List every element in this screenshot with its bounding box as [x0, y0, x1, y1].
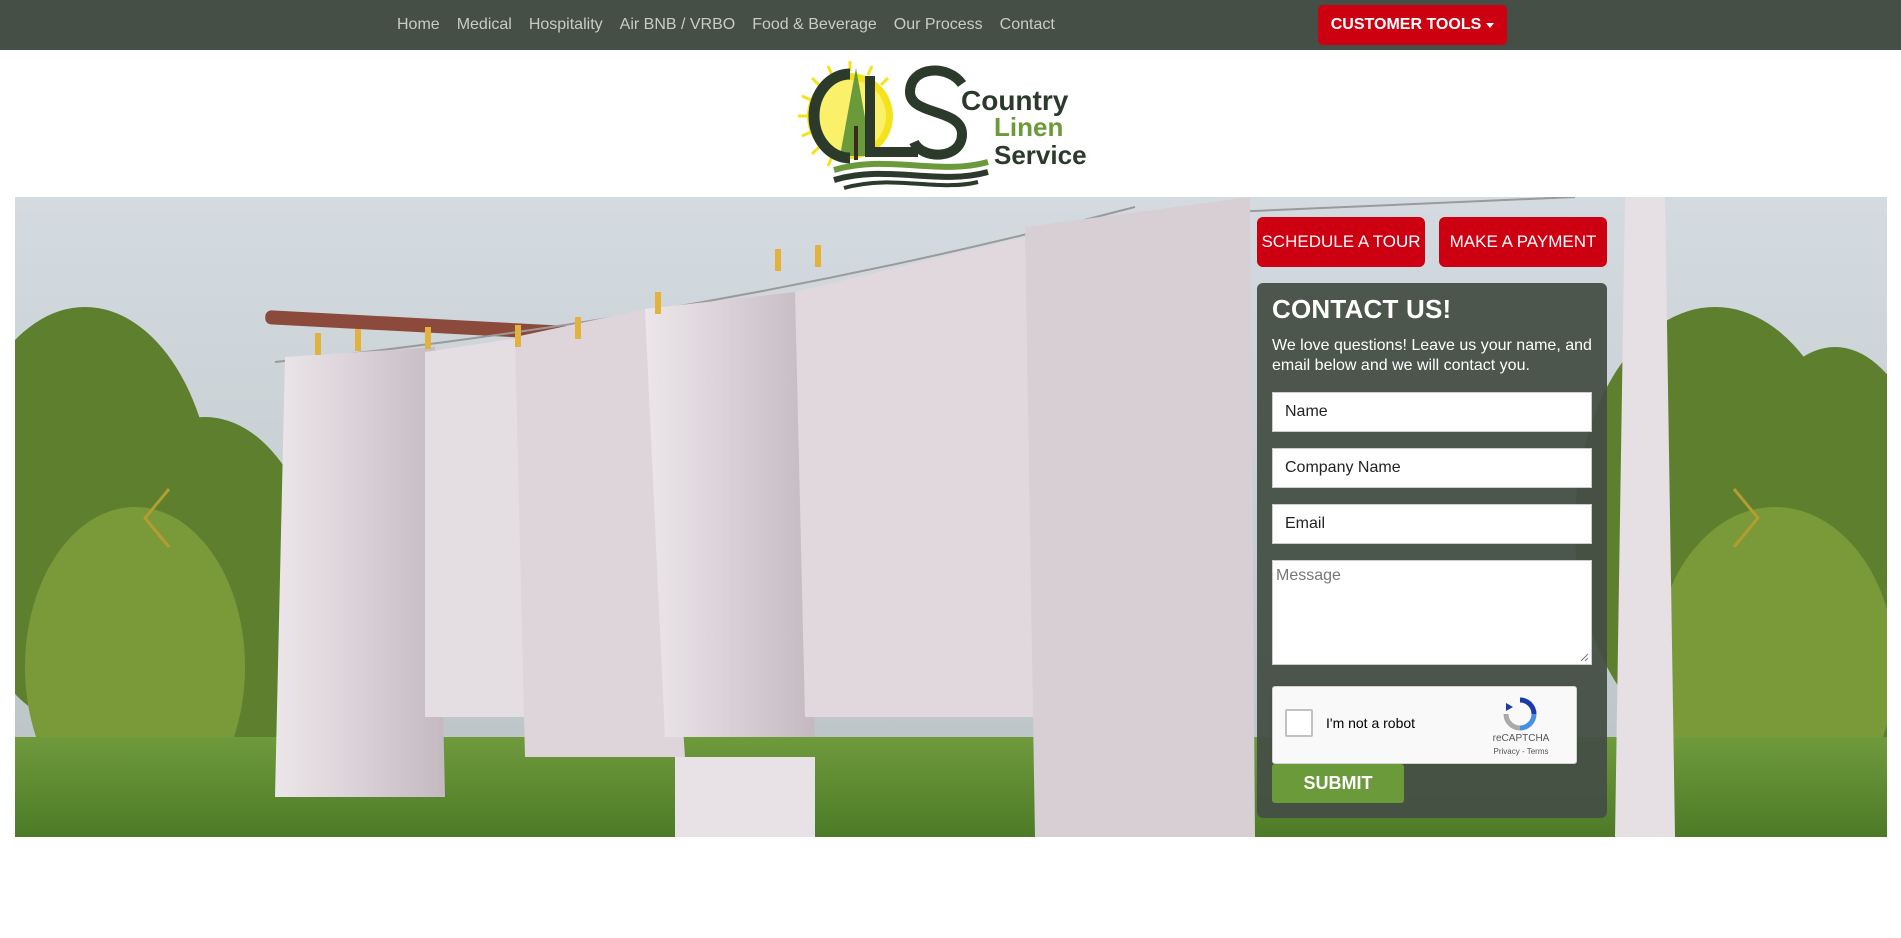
nav-medical[interactable]: Medical — [457, 16, 512, 34]
nav-contact[interactable]: Contact — [1000, 16, 1055, 34]
site-logo[interactable]: Country Linen Service — [798, 56, 1090, 190]
logo-word-service: Service — [994, 140, 1087, 170]
make-payment-button[interactable]: MAKE A PAYMENT — [1439, 217, 1607, 267]
top-navbar: Home Medical Hospitality Air BNB / VRBO … — [0, 0, 1901, 50]
chevron-left-icon[interactable] — [139, 485, 175, 551]
customer-tools-label: CUSTOMER TOOLS — [1330, 16, 1482, 33]
caret-down-icon — [1486, 22, 1495, 28]
recaptcha-label: I'm not a robot — [1326, 715, 1416, 731]
contact-intro: We love questions! Leave us your name, a… — [1272, 337, 1592, 374]
message-textarea[interactable]: Message — [1272, 560, 1592, 665]
logo-word-linen: Linen — [994, 112, 1063, 142]
nav-food-beverage[interactable]: Food & Beverage — [752, 16, 877, 34]
nav-airbnb-vrbo[interactable]: Air BNB / VRBO — [620, 16, 736, 34]
nav-our-process[interactable]: Our Process — [894, 16, 983, 34]
schedule-tour-button[interactable]: SCHEDULE A TOUR — [1257, 217, 1425, 267]
nav-home[interactable]: Home — [397, 16, 440, 34]
nav-hospitality[interactable]: Hospitality — [529, 16, 603, 34]
recaptcha-icon — [1503, 697, 1537, 731]
recaptcha-checkbox[interactable] — [1285, 709, 1313, 737]
recaptcha-widget: I'm not a robot reCAPTCHA Privacy - Term… — [1272, 686, 1577, 764]
logo-graphic: Country Linen Service — [798, 61, 1087, 190]
contact-title: CONTACT US! — [1272, 294, 1452, 324]
submit-button[interactable]: SUBMIT — [1272, 764, 1404, 803]
email-field[interactable]: Email — [1272, 504, 1592, 544]
message-placeholder: Message — [1276, 567, 1341, 584]
recaptcha-brand: reCAPTCHA — [1492, 733, 1550, 744]
name-field[interactable]: Name — [1272, 392, 1592, 432]
resize-grip-icon[interactable] — [1580, 653, 1589, 662]
company-name-field[interactable]: Company Name — [1272, 448, 1592, 488]
customer-tools-dropdown[interactable]: CUSTOMER TOOLS — [1318, 5, 1507, 45]
main-nav: Home Medical Hospitality Air BNB / VRBO … — [397, 0, 1072, 50]
contact-form-panel: CONTACT US! We love questions! Leave us … — [1257, 283, 1607, 818]
recaptcha-links[interactable]: Privacy - Terms — [1479, 747, 1563, 756]
chevron-right-icon[interactable] — [1728, 485, 1764, 551]
